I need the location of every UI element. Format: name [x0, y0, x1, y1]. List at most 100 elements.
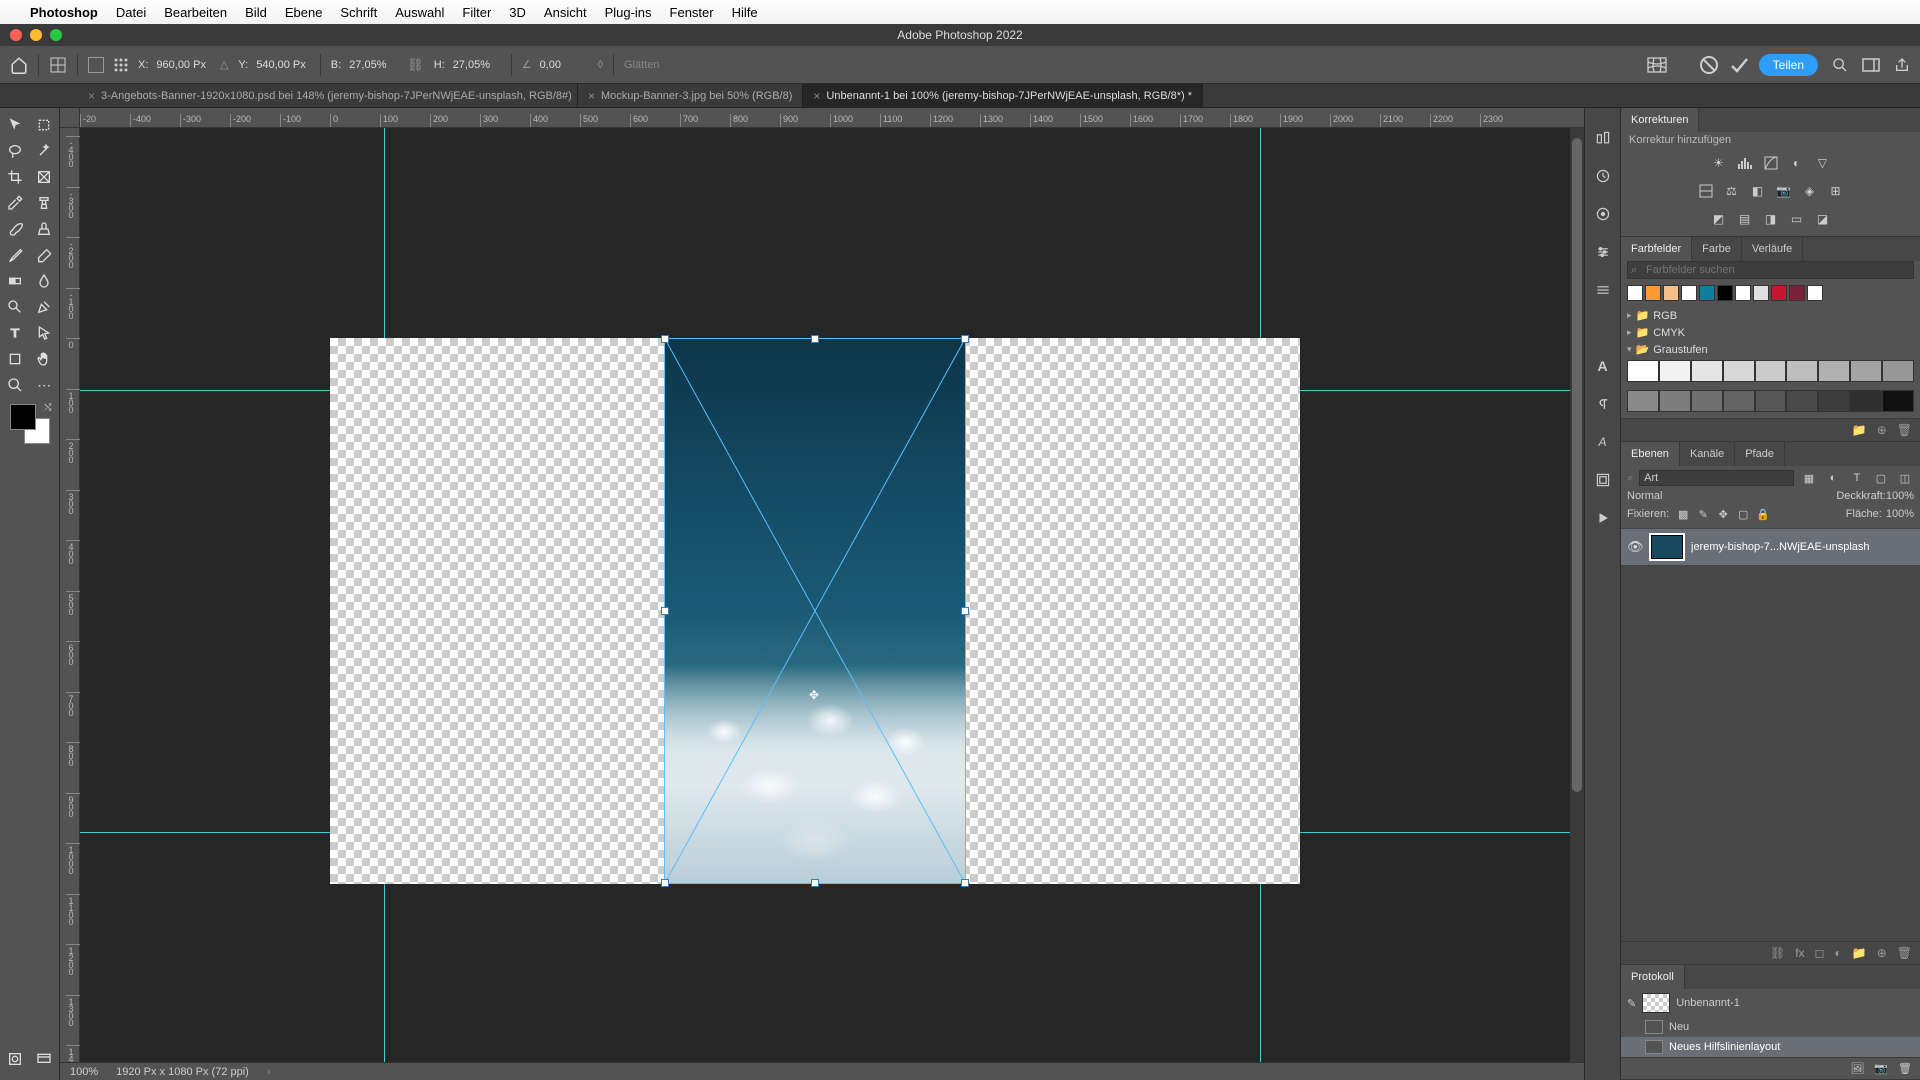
filter-adjustment-icon[interactable]: ◐ [1824, 470, 1842, 486]
move-tool[interactable] [0, 112, 30, 138]
color-balance-icon[interactable]: ⚖ [1722, 182, 1742, 200]
swatch[interactable] [1771, 285, 1787, 301]
dodge-tool[interactable] [0, 294, 30, 320]
new-group-icon[interactable]: 📁 [1852, 946, 1867, 960]
app-name[interactable]: Photoshop [30, 5, 98, 20]
menu-fenster[interactable]: Fenster [670, 5, 714, 20]
glyphs-panel-icon[interactable]: A [1593, 432, 1613, 452]
vertical-scrollbar[interactable] [1570, 128, 1584, 1062]
layer-filter-type[interactable]: Art [1639, 470, 1794, 486]
warp-mode-icon[interactable] [1647, 57, 1667, 73]
delete-state-icon[interactable]: 🗑 [1898, 1062, 1912, 1075]
channel-mixer-icon[interactable]: ◈ [1800, 182, 1820, 200]
menu-hilfe[interactable]: Hilfe [732, 5, 758, 20]
brush-tool[interactable] [0, 216, 30, 242]
menu-filter[interactable]: Filter [462, 5, 491, 20]
swatch[interactable] [1645, 285, 1661, 301]
collapsed-panel-icon[interactable] [1593, 166, 1613, 186]
panel-tab-ebenen[interactable]: Ebenen [1621, 442, 1680, 466]
document-info[interactable]: 1920 Px x 1080 Px (72 ppi) [116, 1066, 249, 1078]
delete-layer-icon[interactable]: 🗑 [1897, 946, 1912, 960]
menu-datei[interactable]: Datei [116, 5, 146, 20]
swatch[interactable] [1691, 360, 1723, 382]
collapsed-panel-icon[interactable] [1593, 128, 1613, 148]
menu-bearbeiten[interactable]: Bearbeiten [164, 5, 227, 20]
transform-origin-icon[interactable] [49, 56, 67, 74]
swatch[interactable] [1663, 285, 1679, 301]
swatch[interactable] [1627, 285, 1643, 301]
black-white-icon[interactable]: ◧ [1748, 182, 1768, 200]
screen-mode-icon[interactable] [30, 1046, 60, 1072]
document-canvas[interactable]: ✥ [330, 338, 1300, 884]
swatch[interactable] [1755, 360, 1787, 382]
collapsed-panel-icon[interactable] [1593, 280, 1613, 300]
swatch[interactable] [1850, 390, 1882, 412]
filter-shape-icon[interactable]: ▢ [1872, 470, 1890, 486]
menu-ansicht[interactable]: Ansicht [544, 5, 587, 20]
layer-mask-icon[interactable]: ◻ [1815, 946, 1825, 960]
play-panel-icon[interactable] [1593, 508, 1613, 528]
menu-schrift[interactable]: Schrift [340, 5, 377, 20]
history-snapshot[interactable]: ✎ Unbenannt-1 [1621, 989, 1920, 1017]
lock-all-icon[interactable]: 🔒 [1755, 506, 1771, 522]
angle-value[interactable]: 0,00 [536, 57, 588, 73]
swatch[interactable] [1681, 285, 1697, 301]
new-group-icon[interactable]: 📁 [1852, 423, 1867, 437]
gradient-tool[interactable] [0, 268, 30, 294]
commit-transform-icon[interactable] [1729, 55, 1749, 75]
styles-panel-icon[interactable] [1593, 470, 1613, 490]
history-state[interactable]: Neues Hilfslinienlayout [1621, 1037, 1920, 1057]
clone-stamp-tool[interactable] [30, 216, 60, 242]
posterize-icon[interactable]: ▤ [1735, 210, 1755, 228]
layer-name[interactable]: jeremy-bishop-7...NWjEAE-unsplash [1691, 541, 1914, 553]
search-icon[interactable] [1832, 57, 1848, 73]
x-value[interactable]: 960,00 Px [152, 57, 210, 73]
status-chevron-icon[interactable]: › [267, 1066, 271, 1078]
close-tab-icon[interactable]: × [88, 89, 95, 103]
artboard-tool[interactable] [30, 112, 60, 138]
history-brush-source-icon[interactable]: ✎ [1627, 997, 1636, 1010]
swatch[interactable] [1659, 360, 1691, 382]
zoom-level[interactable]: 100% [70, 1066, 98, 1078]
pen-tool[interactable] [30, 294, 60, 320]
vibrance-icon[interactable]: ▽ [1813, 154, 1833, 172]
filter-type-icon[interactable]: T [1848, 470, 1866, 486]
w-value[interactable]: 27,05% [345, 57, 397, 73]
history-brush-tool[interactable] [0, 242, 30, 268]
type-tool[interactable] [0, 320, 30, 346]
path-selection-tool[interactable] [30, 320, 60, 346]
swatch[interactable] [1789, 285, 1805, 301]
history-state[interactable]: Neu [1621, 1017, 1920, 1037]
link-wh-icon[interactable]: ⛓ [407, 57, 424, 73]
close-tab-icon[interactable]: × [588, 89, 595, 103]
new-layer-icon[interactable]: ⊕ [1877, 946, 1887, 960]
panel-tab-verlaeufe[interactable]: Verläufe [1742, 237, 1803, 261]
paragraph-panel-icon[interactable] [1593, 394, 1613, 414]
adjustment-layer-icon[interactable]: ◐ [1835, 946, 1842, 960]
reference-grid-icon[interactable] [114, 58, 128, 72]
threshold-icon[interactable]: ◨ [1761, 210, 1781, 228]
panel-tab-farbe[interactable]: Farbe [1692, 237, 1742, 261]
filter-smartobject-icon[interactable]: ◫ [1896, 470, 1914, 486]
foreground-color-swatch[interactable] [10, 404, 36, 430]
lock-position-icon[interactable]: ✥ [1715, 506, 1731, 522]
collapsed-panel-icon[interactable] [1593, 242, 1613, 262]
delete-swatch-icon[interactable]: 🗑 [1897, 423, 1912, 437]
magic-wand-tool[interactable] [30, 138, 60, 164]
cancel-transform-icon[interactable] [1699, 55, 1719, 75]
document-tab[interactable]: ×Unbenannt-1 bei 100% (jeremy-bishop-7JP… [803, 84, 1203, 107]
gradient-map-icon[interactable]: ▭ [1787, 210, 1807, 228]
reference-point-checkbox[interactable] [88, 57, 104, 73]
blur-tool[interactable] [30, 268, 60, 294]
curves-icon[interactable] [1761, 154, 1781, 172]
swatch[interactable] [1850, 360, 1882, 382]
invert-icon[interactable]: ◩ [1709, 210, 1729, 228]
create-document-from-state-icon[interactable]: 🖼 [1850, 1062, 1864, 1075]
swatch[interactable] [1882, 390, 1914, 412]
swatch[interactable] [1659, 390, 1691, 412]
swatch[interactable] [1753, 285, 1769, 301]
hand-tool[interactable] [30, 346, 60, 372]
panel-tab-protokoll[interactable]: Protokoll [1621, 965, 1685, 989]
swatch[interactable] [1627, 360, 1659, 382]
edit-toolbar-icon[interactable]: ⋯ [30, 372, 60, 398]
